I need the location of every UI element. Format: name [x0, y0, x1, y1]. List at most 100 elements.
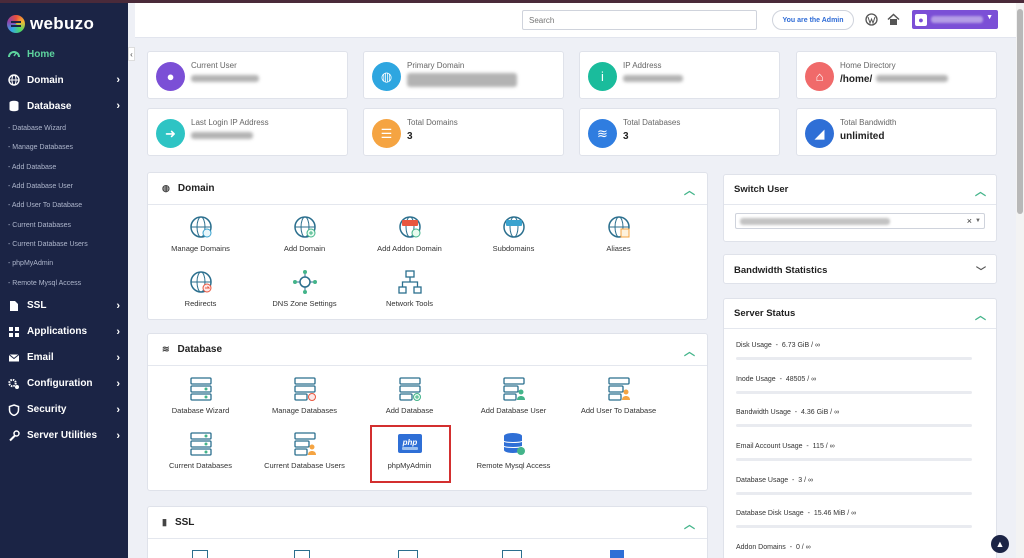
ssl-tile-icon[interactable] [398, 550, 418, 558]
admin-badge[interactable]: You are the Admin [772, 10, 854, 30]
info-card-value: 3 [407, 131, 413, 142]
scroll-to-top-button[interactable]: ▲ [991, 535, 1009, 553]
globe-icon: ◍ [372, 62, 401, 91]
home-icon: ⌂ [805, 62, 834, 91]
sidebar-item-server-utilities[interactable]: Server Utilities › [0, 423, 128, 449]
sidebar-item-domain[interactable]: Domain › [0, 67, 128, 93]
sidebar-item-label: Database [27, 100, 72, 112]
info-card-total-domains: ☰ Total Domains 3 [363, 108, 564, 156]
tile-manage-domains[interactable]: Manage Domains [148, 214, 253, 254]
tile-current-databases[interactable]: Current Databases [148, 431, 253, 471]
switch-user-select[interactable]: × ▼ [735, 213, 985, 229]
sidebar-subitem-manage-databases[interactable]: - Manage Databases [0, 138, 128, 157]
sidebar-subitem-remote-mysql-access[interactable]: - Remote Mysql Access [0, 273, 128, 292]
page-scrollbar[interactable] [1016, 3, 1024, 558]
tile-manage-databases[interactable]: Manage Databases [252, 376, 357, 416]
chevron-up-icon[interactable]: ︿ [975, 183, 986, 199]
scrollbar-thumb[interactable] [1017, 9, 1023, 214]
tile-subdomains[interactable]: Subdomains [461, 214, 566, 254]
tile-label: Add Addon Domain [377, 244, 442, 253]
database-icon: ≋ [162, 344, 170, 354]
stat-email-account-usage: Email Account Usage - 115 / ∞ [736, 443, 835, 450]
tile-current-database-users[interactable]: Current Database Users [252, 431, 357, 471]
top-bar: You are the Admin ● ▼ [135, 3, 1024, 38]
sidebar-subitem-add-database-user[interactable]: - Add Database User [0, 177, 128, 196]
tile-remote-mysql-access[interactable]: Remote Mysql Access [461, 431, 566, 471]
wordpress-icon[interactable] [864, 12, 878, 26]
stat-progress-bar [736, 424, 972, 427]
tile-network-tools[interactable]: Network Tools [357, 269, 462, 309]
redacted-value [876, 75, 948, 82]
sidebar-subitem-current-database-users[interactable]: - Current Database Users [0, 235, 128, 254]
globe-gear-icon [188, 214, 214, 240]
tile-add-database[interactable]: Add Database [357, 376, 462, 416]
sidebar-item-email[interactable]: Email › [0, 345, 128, 371]
database-user-icon [501, 376, 527, 402]
search-input[interactable] [522, 10, 757, 30]
tile-redirects[interactable]: Redirects [148, 269, 253, 309]
tile-aliases[interactable]: Aliases [566, 214, 671, 254]
info-card-ip-address: i IP Address [579, 51, 780, 99]
ssl-panel-header[interactable]: ▮ SSL ︿ [148, 507, 707, 539]
tile-add-domain[interactable]: Add Domain [252, 214, 357, 254]
tile-add-user-to-database[interactable]: Add User To Database [566, 376, 671, 416]
user-icon: ● [156, 62, 185, 91]
sidebar-item-home[interactable]: Home [0, 41, 128, 67]
ssl-tile-icon[interactable] [610, 550, 624, 558]
chevron-up-icon[interactable]: ︿ [684, 182, 695, 198]
envelope-icon [8, 352, 20, 364]
user-menu-button[interactable]: ● ▼ [912, 10, 998, 29]
sidebar-subitem-phpmyadmin[interactable]: - phpMyAdmin [0, 254, 128, 273]
info-card-last-login-ip: ➜ Last Login IP Address [147, 108, 348, 156]
ssl-tile-icon[interactable] [294, 550, 310, 558]
database-user-link-icon [606, 376, 632, 402]
highlight-phpmyadmin [370, 425, 451, 483]
caret-down-icon: ▼ [975, 218, 981, 224]
network-nodes-icon [292, 269, 318, 295]
chevron-up-icon[interactable]: ︿ [684, 516, 695, 532]
chevron-up-icon[interactable]: ︿ [975, 307, 986, 323]
sidebar-subitem-database-wizard[interactable]: - Database Wizard [0, 119, 128, 138]
tile-database-wizard[interactable]: Database Wizard [148, 376, 253, 416]
tile-label: Current Databases [169, 461, 232, 470]
bandwidth-statistics-header[interactable]: Bandwidth Statistics ﹀ [724, 255, 996, 285]
switch-user-header[interactable]: Switch User ︿ [724, 175, 996, 205]
sidebar-collapse-toggle[interactable]: ‹ [128, 47, 135, 61]
stat-inode-usage: Inode Usage - 48505 / ∞ [736, 376, 817, 383]
home-icon[interactable] [886, 12, 900, 26]
ssl-tile-icon[interactable] [502, 550, 522, 558]
info-card-primary-domain: ◍ Primary Domain [363, 51, 564, 99]
stat-bandwidth-usage: Bandwidth Usage - 4.36 GiB / ∞ [736, 409, 840, 416]
redacted-value [191, 132, 253, 139]
chevron-up-icon[interactable]: ︿ [684, 343, 695, 359]
tile-label: Remote Mysql Access [476, 461, 551, 470]
info-card-value: unlimited [840, 131, 885, 142]
sidebar-item-database[interactable]: Database › [0, 93, 128, 119]
tile-label: Add Domain [283, 244, 326, 253]
sidebar-subitem-add-user-to-database[interactable]: - Add User To Database [0, 196, 128, 215]
sidebar-subitem-add-database[interactable]: - Add Database [0, 158, 128, 177]
sidebar-item-ssl[interactable]: SSL › [0, 293, 128, 319]
database-panel-header[interactable]: ≋ Database ︿ [148, 334, 707, 366]
database-add-icon [397, 376, 423, 402]
info-card-label: Total Databases [623, 118, 681, 127]
sidebar-item-security[interactable]: Security › [0, 397, 128, 423]
chevron-down-icon[interactable]: ﹀ [976, 263, 986, 278]
brand-logo[interactable]: webuzo [7, 11, 94, 37]
ssl-tile-icon[interactable] [192, 550, 208, 558]
server-status-header[interactable]: Server Status ︿ [724, 299, 996, 329]
info-card-label: Last Login IP Address [191, 118, 269, 127]
sidebar-item-configuration[interactable]: Configuration › [0, 371, 128, 397]
clear-icon[interactable]: × [967, 216, 972, 226]
tile-add-database-user[interactable]: Add Database User [461, 376, 566, 416]
tile-dns-zone-settings[interactable]: DNS Zone Settings [252, 269, 357, 309]
chevron-right-icon: › [116, 299, 120, 312]
tile-add-addon-domain[interactable]: Add Addon Domain [357, 214, 462, 254]
server-status-panel: Server Status ︿ Disk Usage - 6.73 GiB / … [723, 298, 997, 558]
sidebar-item-applications[interactable]: Applications › [0, 319, 128, 345]
stat-progress-bar [736, 525, 972, 528]
info-card-label: Current User [191, 61, 237, 70]
tile-label: Network Tools [386, 299, 433, 308]
domain-panel-header[interactable]: ◍ Domain ︿ [148, 173, 707, 205]
sidebar-subitem-current-databases[interactable]: - Current Databases [0, 215, 128, 234]
